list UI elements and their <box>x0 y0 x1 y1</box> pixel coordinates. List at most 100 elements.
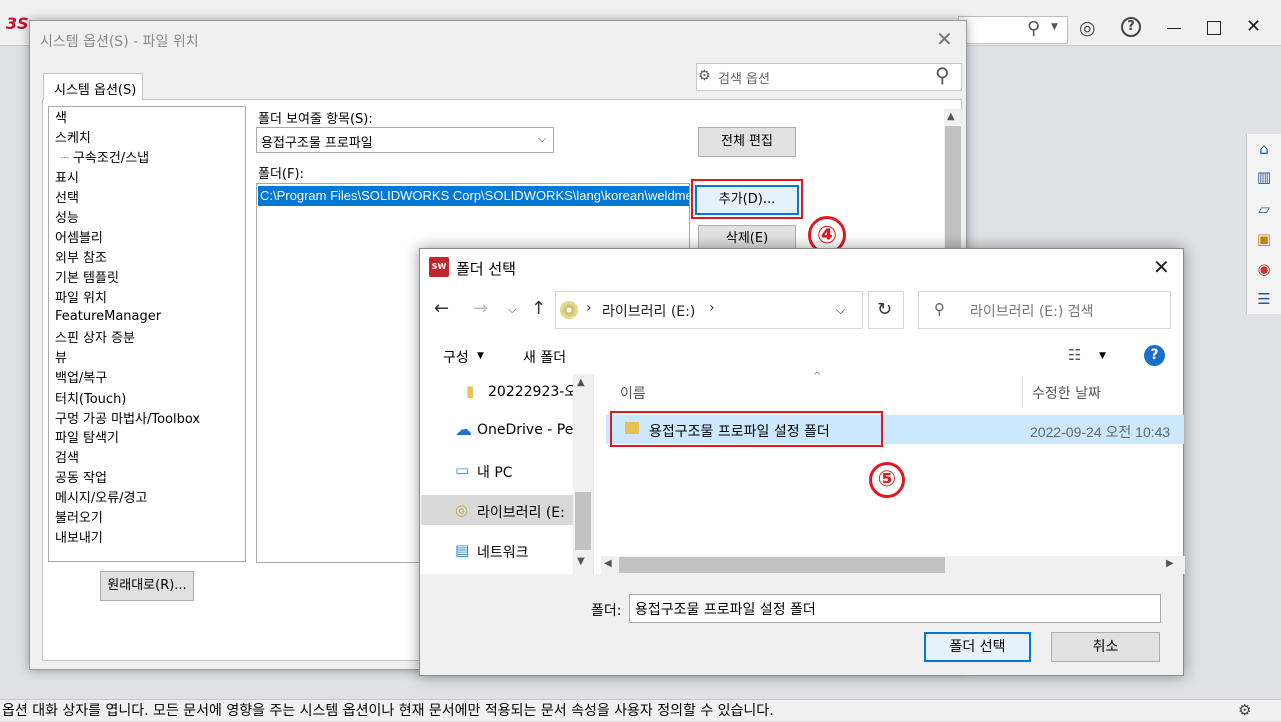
view-options-icon[interactable]: ☷ <box>1068 346 1081 364</box>
scroll-down-icon[interactable]: ▼ <box>577 556 585 567</box>
show-folders-select[interactable]: 용접구조물 프로파일 <box>256 127 554 153</box>
folders-label: 폴더(F): <box>258 167 304 182</box>
dialog-title: 폴더 선택 <box>456 260 516 278</box>
tree-item[interactable]: 외부 참조 <box>55 247 107 266</box>
chevron-down-icon[interactable]: ▼ <box>1099 351 1106 361</box>
cancel-button[interactable]: 취소 <box>1051 632 1160 662</box>
tree-item[interactable]: 기본 템플릿 <box>55 267 119 286</box>
close-icon[interactable]: ✕ <box>936 27 953 51</box>
folder-name-input[interactable]: 용접구조물 프로파일 설정 폴더 <box>629 594 1161 623</box>
tree-item[interactable]: 스케치 <box>55 127 91 146</box>
scroll-up-icon[interactable]: ▲ <box>577 377 585 388</box>
tree-item[interactable]: 뷰 <box>55 347 67 366</box>
select-folder-button[interactable]: 폴더 선택 <box>924 632 1031 662</box>
tab-system-options[interactable]: 시스템 옵션(S) <box>43 73 143 100</box>
organize-button[interactable]: 구성 <box>443 347 469 367</box>
tree-item[interactable]: 선택 <box>55 187 79 206</box>
refresh-icon[interactable]: ↻ <box>877 299 892 320</box>
solidworks-app-icon: SW 2021 <box>429 257 451 291</box>
minimize-icon[interactable] <box>1167 28 1181 29</box>
close-icon[interactable]: ✕ <box>1246 16 1261 37</box>
maximize-icon[interactable] <box>1207 21 1221 35</box>
column-separator[interactable] <box>1022 376 1023 408</box>
search-icon[interactable]: ⚲ <box>935 63 950 87</box>
view-palette-icon[interactable]: ▣ <box>1253 228 1275 250</box>
tree-item[interactable]: 터치(Touch) <box>55 388 126 407</box>
design-library-icon[interactable]: ▥ <box>1253 166 1275 188</box>
file-explorer-icon[interactable]: ▱ <box>1253 198 1275 220</box>
status-settings-icon[interactable]: ⚙ <box>1238 701 1251 719</box>
step-5-marker: ⑤ <box>869 462 905 498</box>
tree-item[interactable]: 불러오기 <box>55 507 103 526</box>
tree-item[interactable]: 내보내기 <box>55 527 103 546</box>
tree-item[interactable]: 어셈블리 <box>55 227 103 246</box>
custom-properties-icon[interactable]: ☰ <box>1253 288 1275 310</box>
add-button[interactable]: 추가(D)... <box>695 185 799 215</box>
help-icon[interactable]: ? <box>1144 345 1165 366</box>
onedrive-icon: ☁ <box>455 420 472 440</box>
user-icon[interactable]: ◎ <box>1079 17 1096 39</box>
edit-all-button[interactable]: 전체 편집 <box>698 127 796 157</box>
folder-icon: ▮ <box>466 382 475 400</box>
new-folder-button[interactable]: 새 폴더 <box>523 347 566 367</box>
nav-item-label: 네트워크 <box>477 545 529 561</box>
tree-item[interactable]: 스핀 상자 증분 <box>55 327 135 346</box>
tree-item[interactable]: ┄ 구속조건/스냅 <box>61 147 149 166</box>
chevron-down-icon[interactable]: ▼ <box>1051 22 1058 32</box>
tree-item[interactable]: FeatureManager <box>55 309 161 324</box>
back-arrow-icon[interactable]: ← <box>434 298 449 319</box>
disc-drive-icon <box>560 301 578 319</box>
reset-button[interactable]: 원래대로(R)... <box>100 571 194 601</box>
tree-item[interactable]: 검색 <box>55 447 79 466</box>
status-bar: 옵션 대화 상자를 엽니다. 모든 문서에 영향을 주는 시스템 옵션이나 현재… <box>0 699 1281 721</box>
tree-item[interactable]: 공동 작업 <box>55 467 107 486</box>
appearances-icon[interactable]: ◉ <box>1253 258 1275 280</box>
horizontal-scrollbar-thumb[interactable] <box>619 557 945 573</box>
column-header-name[interactable]: 이름 <box>620 383 646 403</box>
tree-item[interactable]: 색 <box>55 107 67 126</box>
home-icon[interactable]: ⌂ <box>1253 138 1275 160</box>
folder-field-label: 폴더: <box>591 603 622 619</box>
folder-search-placeholder: 라이브러리 (E:) 검색 <box>970 304 1094 320</box>
up-arrow-icon[interactable]: ↑ <box>531 298 546 319</box>
tree-item[interactable]: 표시 <box>55 167 79 186</box>
breadcrumb-chevron-icon[interactable]: › <box>586 300 592 316</box>
column-header-date[interactable]: 수정한 날짜 <box>1032 383 1101 403</box>
network-icon: ▤ <box>455 541 470 559</box>
help-icon[interactable]: ? <box>1121 17 1141 37</box>
scroll-up-icon[interactable]: ▲ <box>947 111 955 122</box>
recent-locations-chevron-icon[interactable]: ⌵ <box>508 303 516 317</box>
show-folders-label: 폴더 보여줄 항목(S): <box>258 112 373 127</box>
scroll-right-icon[interactable]: ▶ <box>1166 558 1174 569</box>
folder-path-item[interactable]: C:\Program Files\SOLIDWORKS Corp\SOLIDWO… <box>258 186 689 206</box>
tree-item-file-locations[interactable]: 파일 위치 <box>55 287 107 306</box>
nav-item-label: 라이브러리 (E: <box>477 505 565 521</box>
tree-item[interactable]: 메시지/오류/경고 <box>55 487 147 506</box>
scroll-left-icon[interactable]: ◀ <box>604 558 612 569</box>
tree-item[interactable]: 구멍 가공 마법사/Toolbox <box>55 408 200 427</box>
nav-item-folder[interactable]: ▮ 20222923-오... <box>458 381 628 403</box>
chevron-down-icon[interactable]: ⌵ <box>538 132 546 146</box>
tree-item[interactable]: 파일 탐색기 <box>55 427 119 446</box>
pane-divider[interactable] <box>593 374 594 574</box>
file-row-date: 2022-09-24 오전 10:43 <box>1030 424 1171 440</box>
solidworks-logo-icon[interactable]: 3S <box>6 14 30 38</box>
options-tree[interactable]: 색 스케치 ┄ 구속조건/스냅 표시 선택 성능 어셈블리 외부 참조 기본 템… <box>48 106 246 562</box>
breadcrumb-chevron-icon[interactable]: › <box>709 300 715 316</box>
forward-arrow-icon[interactable]: → <box>473 298 488 319</box>
search-icon[interactable]: ⚲ <box>1027 18 1040 39</box>
options-scrollbar-thumb[interactable] <box>945 126 961 256</box>
chevron-down-icon[interactable]: ⌵ <box>836 303 845 318</box>
tree-item[interactable]: 백업/복구 <box>55 367 107 386</box>
options-search-placeholder: 검색 옵션 <box>718 72 770 87</box>
tree-scrollbar[interactable] <box>245 107 246 561</box>
nav-item-label: 내 PC <box>477 465 513 481</box>
chevron-down-icon[interactable]: ▼ <box>477 351 484 361</box>
gear-icon[interactable]: ⚙ <box>698 68 711 84</box>
nav-scrollbar-thumb[interactable] <box>575 492 591 550</box>
close-icon[interactable]: ✕ <box>1153 255 1170 279</box>
row-highlight-box <box>610 411 883 447</box>
tree-item[interactable]: 성능 <box>55 207 79 226</box>
nav-item-label: OneDrive - Pe <box>477 422 574 438</box>
breadcrumb-location[interactable]: 라이브러리 (E:) <box>602 301 695 321</box>
